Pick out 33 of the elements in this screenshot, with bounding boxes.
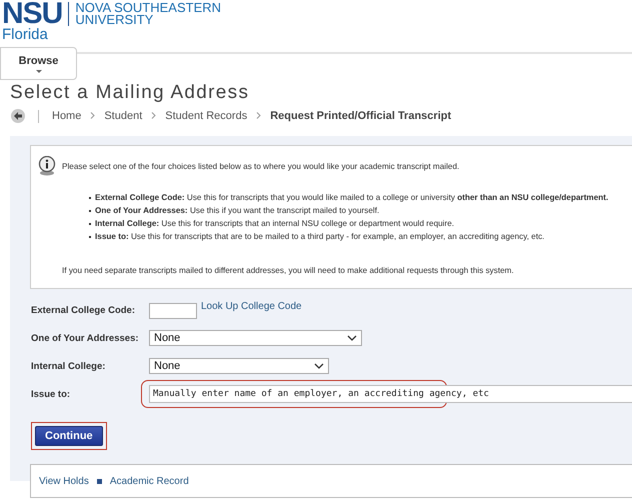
field-label: Issue to:	[31, 388, 72, 400]
bullet-text: One of Your Addresses: Use this if you want the transcript mailed to yourself.	[95, 206, 380, 215]
breadcrumb-link[interactable]: Student	[104, 110, 142, 122]
dropdown[interactable]: None	[149, 330, 362, 346]
dropdown[interactable]: None	[149, 358, 329, 374]
note-text: If you need separate transcripts mailed to different addresses, you will need to make additional requests through this system.	[62, 266, 515, 275]
field-label: One of Your Addresses:	[31, 332, 140, 344]
bullet-text: Internal College: Use this for transcripts that an internal NSU college or department would require.	[95, 219, 454, 228]
breadcrumb-link[interactable]: Request Printed/Official Transcript	[270, 110, 452, 122]
breadcrumb-link[interactable]: Home	[52, 110, 82, 122]
browse-tab[interactable]: Browse	[0, 47, 77, 80]
info-icon	[37, 156, 57, 176]
logo-subtitle: Florida	[2, 27, 49, 43]
lookup-link[interactable]: Look Up College Code	[201, 301, 302, 312]
field-label: External College Code:	[31, 304, 136, 316]
intro-text: Please select one of the four choices listed below as to where you would like your academic transcript mailed.	[62, 162, 460, 170]
footer-link[interactable]: Academic Record	[110, 476, 189, 486]
page-title: Select a Mailing Address	[10, 82, 250, 105]
college-code-field[interactable]	[149, 303, 197, 319]
bullet-text: Issue to: Use this for transcripts that are to be mailed to a third party - for example, an employer, an accrediting agency, etc.	[95, 232, 544, 241]
chevron-down-icon	[314, 363, 324, 369]
footer-link[interactable]: View Holds	[39, 476, 89, 486]
bullet-text: External College Code: Use this for transcripts that you would like mailed to a college or university other than an NSU college/department.	[95, 193, 608, 202]
logo-mark: NSU	[2, 0, 62, 27]
caret-icon	[36, 70, 42, 72]
breadcrumb-link[interactable]: Student Records	[165, 110, 248, 122]
chevron-down-icon	[347, 335, 357, 341]
field-label: Internal College:	[31, 360, 106, 372]
back-icon[interactable]	[11, 109, 25, 123]
issue-to-field[interactable]: Manually enter name of an employer, an accrediting agency, etc	[149, 385, 632, 403]
logo-name: UNIVERSITY	[75, 14, 154, 26]
continue-button[interactable]: Continue	[35, 426, 103, 446]
logo-name: NOVA SOUTHEASTERN	[75, 2, 222, 14]
